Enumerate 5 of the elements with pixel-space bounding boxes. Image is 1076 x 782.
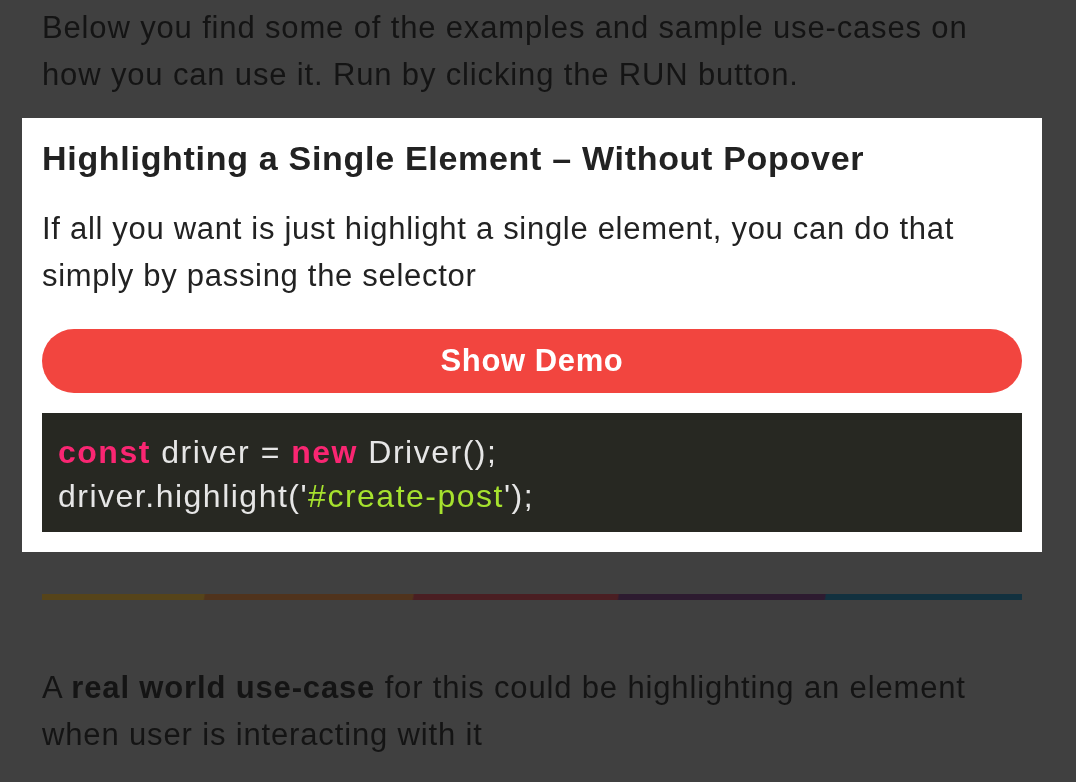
- code-line: const driver = new Driver();: [58, 433, 499, 472]
- example-description: If all you want is just highlight a single element, you can do that simply by passing the selector: [42, 210, 955, 295]
- code-line: driver.highlight('#create-post');: [58, 477, 536, 516]
- show-demo-button[interactable]: Show Demo: [42, 329, 1022, 393]
- example-title: Highlighting a Single Element – Without Popover: [42, 138, 866, 178]
